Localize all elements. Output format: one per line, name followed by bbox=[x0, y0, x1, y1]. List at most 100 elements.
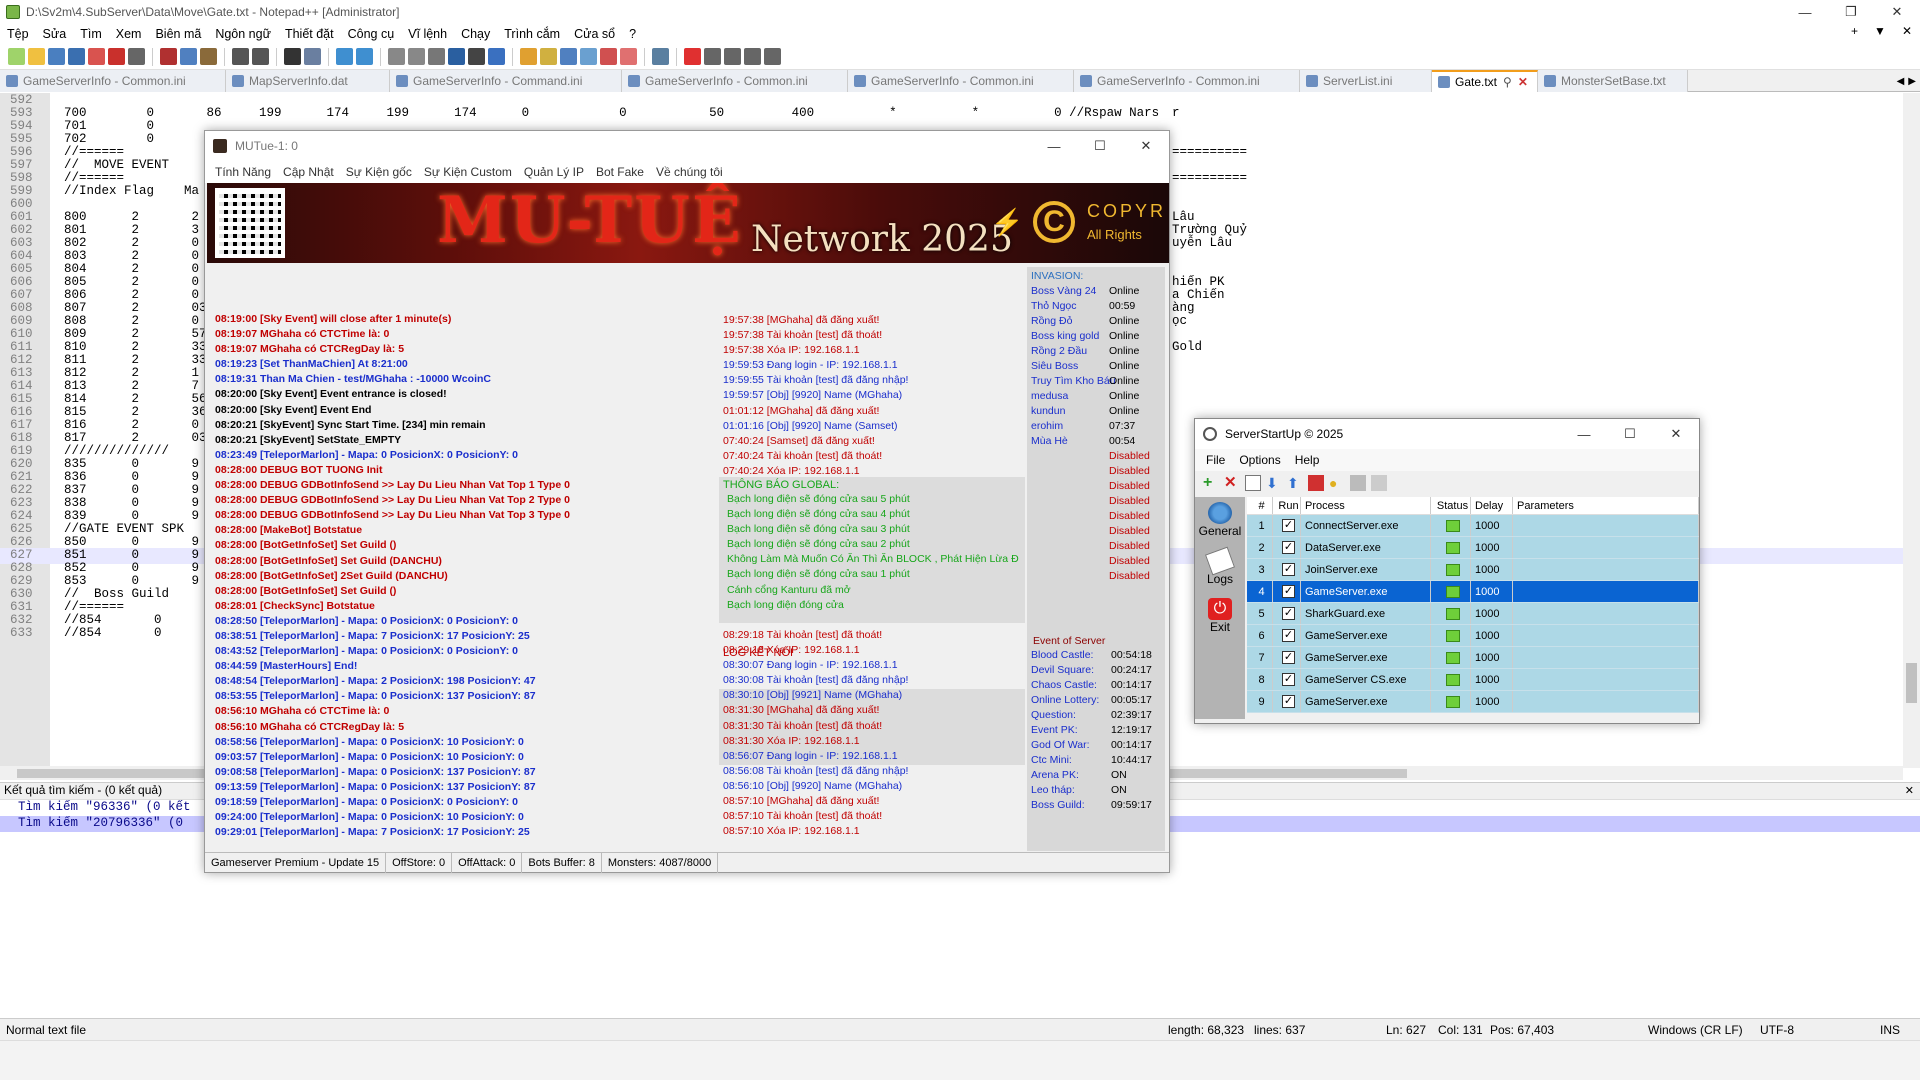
process-row[interactable]: 3 ✓ JoinServer.exe 1000 bbox=[1247, 559, 1699, 581]
wrap-icon[interactable] bbox=[428, 48, 445, 65]
pin-icon[interactable]: ⚲ bbox=[1503, 75, 1512, 89]
run-checkbox[interactable]: ✓ bbox=[1282, 651, 1295, 664]
cut-icon[interactable] bbox=[160, 48, 177, 65]
tab-gameserverinfo-common-3[interactable]: GameServerInfo - Common.ini bbox=[848, 70, 1074, 92]
mutue-close-button[interactable]: ✕ bbox=[1123, 131, 1169, 161]
menu-file[interactable]: Tệp bbox=[0, 27, 36, 41]
mutue-maximize-button[interactable]: ☐ bbox=[1077, 131, 1123, 161]
monitor-icon[interactable] bbox=[600, 48, 617, 65]
print-icon[interactable] bbox=[128, 48, 145, 65]
undo-icon[interactable] bbox=[232, 48, 249, 65]
editor-vertical-scrollbar[interactable] bbox=[1903, 93, 1920, 768]
close-tab-icon[interactable]: ✕ bbox=[1518, 75, 1528, 89]
save-icon[interactable] bbox=[48, 48, 65, 65]
menu-edit[interactable]: Sửa bbox=[36, 27, 74, 41]
add-tab-icon[interactable]: + bbox=[1851, 24, 1858, 38]
tab-gameserverinfo-common-2[interactable]: GameServerInfo - Common.ini bbox=[622, 70, 848, 92]
folder-workspace-icon[interactable] bbox=[580, 48, 597, 65]
sync-v-icon[interactable] bbox=[388, 48, 405, 65]
doc-map-icon[interactable] bbox=[540, 48, 557, 65]
tab-gameserverinfo-common-4[interactable]: GameServerInfo - Common.ini bbox=[1074, 70, 1300, 92]
tab-scroll-right-icon[interactable]: ▶ bbox=[1908, 76, 1916, 87]
menu-tinh-nang[interactable]: Tính Năng bbox=[209, 165, 277, 179]
run-checkbox[interactable]: ✓ bbox=[1282, 673, 1295, 686]
macro-stop-icon[interactable] bbox=[704, 48, 721, 65]
func-list-icon[interactable] bbox=[560, 48, 577, 65]
delete-icon[interactable]: ✕ bbox=[1224, 475, 1240, 491]
process-row[interactable]: 7 ✓ GameServer.exe 1000 bbox=[1247, 647, 1699, 669]
indent-guide-icon[interactable] bbox=[488, 48, 505, 65]
tab-list-icon[interactable]: ▼ bbox=[1874, 24, 1886, 38]
col-status-header[interactable]: Status bbox=[1431, 497, 1471, 514]
ssu-menu-help[interactable]: Help bbox=[1288, 453, 1327, 467]
menu-plugins[interactable]: Trình cắm bbox=[497, 27, 567, 41]
col-run-header[interactable]: Run bbox=[1273, 497, 1301, 514]
menu-encoding[interactable]: Biên mã bbox=[148, 27, 208, 41]
open-file-icon[interactable] bbox=[28, 48, 45, 65]
replace-icon[interactable] bbox=[304, 48, 321, 65]
macro-save-icon[interactable] bbox=[764, 48, 781, 65]
find-icon[interactable] bbox=[284, 48, 301, 65]
redo-icon[interactable] bbox=[252, 48, 269, 65]
npp-maximize-button[interactable]: ❐ bbox=[1828, 0, 1874, 24]
run-checkbox[interactable]: ✓ bbox=[1282, 629, 1295, 642]
exit-button[interactable]: ⏻ Exit bbox=[1195, 595, 1245, 641]
tab-mapserverinfo[interactable]: MapServerInfo.dat bbox=[226, 70, 390, 92]
col-num-header[interactable]: # bbox=[1247, 497, 1273, 514]
process-row[interactable]: 2 ✓ DataServer.exe 1000 bbox=[1247, 537, 1699, 559]
run-checkbox[interactable]: ✓ bbox=[1282, 607, 1295, 620]
status-eol[interactable]: Windows (CR LF) bbox=[1648, 1023, 1743, 1037]
tab-monstersetbase[interactable]: MonsterSetBase.txt bbox=[1538, 70, 1688, 92]
col-process-header[interactable]: Process bbox=[1301, 497, 1431, 514]
menu-ve-chung-toi[interactable]: Về chúng tôi bbox=[650, 165, 729, 179]
process-row[interactable]: 9 ✓ GameServer.exe 1000 bbox=[1247, 691, 1699, 713]
logs-button[interactable]: Logs bbox=[1195, 546, 1245, 593]
move-up-icon[interactable]: ⬆ bbox=[1287, 475, 1303, 491]
run-checkbox[interactable]: ✓ bbox=[1282, 585, 1295, 598]
menu-quan-ly-ip[interactable]: Quản Lý IP bbox=[518, 165, 590, 179]
add-icon[interactable]: + bbox=[1203, 475, 1219, 491]
zoom-in-icon[interactable] bbox=[336, 48, 353, 65]
process-row[interactable]: 4 ✓ GameServer.exe 1000 bbox=[1247, 581, 1699, 603]
macro-record-icon[interactable] bbox=[684, 48, 701, 65]
process-row[interactable]: 6 ✓ GameServer.exe 1000 bbox=[1247, 625, 1699, 647]
menu-tools[interactable]: Công cụ bbox=[341, 27, 402, 41]
ssu-maximize-button[interactable]: ☐ bbox=[1607, 419, 1653, 449]
tab-scroll-left-icon[interactable]: ◀ bbox=[1897, 76, 1905, 87]
npp-close-button[interactable]: ✕ bbox=[1874, 0, 1920, 24]
tab-serverlist[interactable]: ServerList.ini bbox=[1300, 70, 1432, 92]
run-checkbox[interactable]: ✓ bbox=[1282, 563, 1295, 576]
close-doc-icon[interactable]: ✕ bbox=[1902, 24, 1912, 38]
ssu-close-button[interactable]: ✕ bbox=[1653, 419, 1699, 449]
close-panel-icon[interactable]: ✕ bbox=[1905, 784, 1914, 797]
blank-doc-icon[interactable] bbox=[1245, 475, 1261, 491]
menu-su-kien-goc[interactable]: Sự Kiện gốc bbox=[340, 165, 418, 179]
col-parameters-header[interactable]: Parameters bbox=[1513, 497, 1699, 514]
mutue-minimize-button[interactable]: — bbox=[1031, 131, 1077, 161]
sync-h-icon[interactable] bbox=[408, 48, 425, 65]
lightbulb-icon[interactable]: ● bbox=[1329, 475, 1345, 491]
run-checkbox[interactable]: ✓ bbox=[1282, 519, 1295, 532]
paste-icon[interactable] bbox=[200, 48, 217, 65]
run-checkbox[interactable]: ✓ bbox=[1282, 541, 1295, 554]
process-row[interactable]: 1 ✓ ConnectServer.exe 1000 bbox=[1247, 515, 1699, 537]
menu-help[interactable]: ? bbox=[622, 27, 643, 41]
close-icon[interactable] bbox=[88, 48, 105, 65]
general-button[interactable]: General bbox=[1195, 499, 1245, 545]
process-row[interactable]: 8 ✓ GameServer CS.exe 1000 bbox=[1247, 669, 1699, 691]
new-file-icon[interactable] bbox=[8, 48, 25, 65]
lang-icon[interactable] bbox=[520, 48, 537, 65]
macro-play-multi-icon[interactable] bbox=[744, 48, 761, 65]
ssu-menu-file[interactable]: File bbox=[1199, 453, 1232, 467]
process-row[interactable]: 5 ✓ SharkGuard.exe 1000 bbox=[1247, 603, 1699, 625]
menu-bot-fake[interactable]: Bot Fake bbox=[590, 165, 650, 179]
save-all-icon[interactable] bbox=[68, 48, 85, 65]
menu-search[interactable]: Tìm bbox=[73, 27, 109, 41]
ssu-minimize-button[interactable]: — bbox=[1561, 419, 1607, 449]
npp-minimize-button[interactable]: — bbox=[1782, 0, 1828, 24]
run-checkbox[interactable]: ✓ bbox=[1282, 695, 1295, 708]
status-encoding[interactable]: UTF-8 bbox=[1760, 1023, 1794, 1037]
menu-cap-nhat[interactable]: Cập Nhật bbox=[277, 165, 340, 179]
copy-icon[interactable] bbox=[180, 48, 197, 65]
record-icon[interactable] bbox=[620, 48, 637, 65]
